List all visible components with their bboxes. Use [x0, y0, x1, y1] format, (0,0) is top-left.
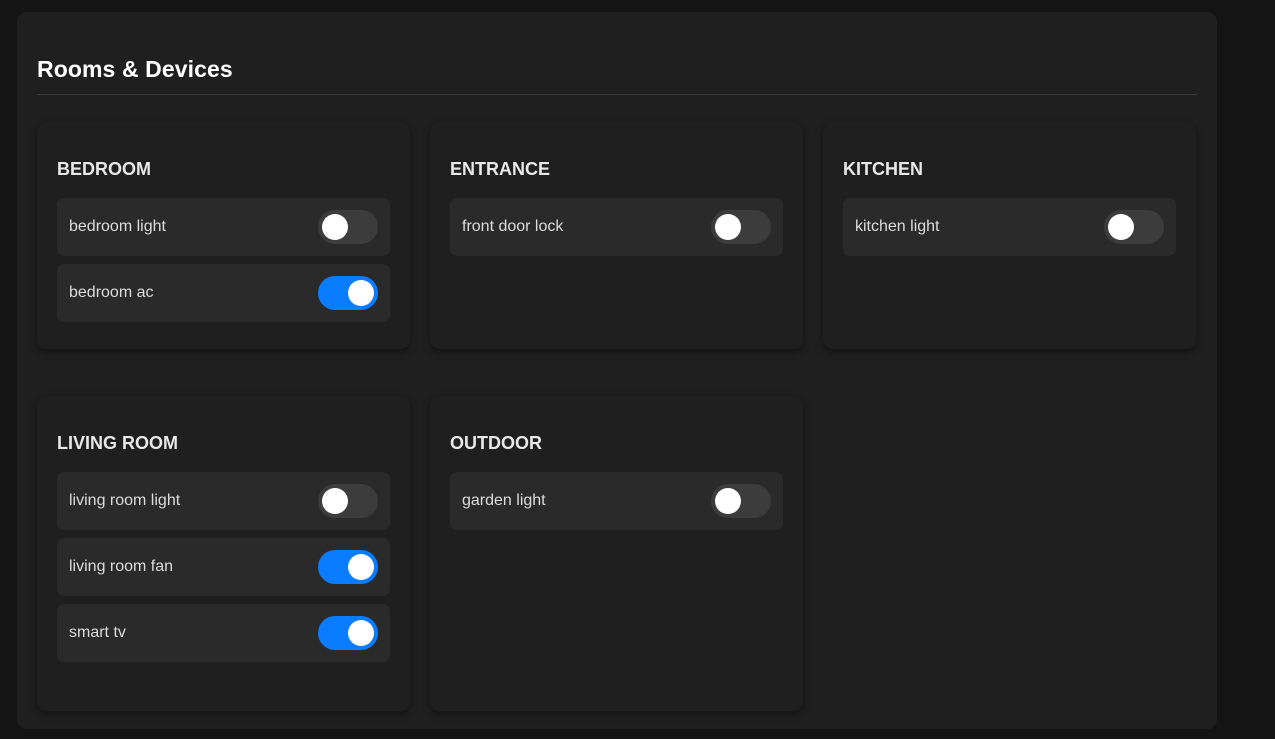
rooms-devices-panel: Rooms & Devices BEDROOM bedroom light be… — [17, 12, 1217, 729]
room-card-living-room: LIVING ROOM living room light living roo… — [37, 396, 410, 711]
device-row: smart tv — [57, 604, 390, 662]
toggle-knob — [715, 488, 741, 514]
device-label: bedroom ac — [69, 284, 154, 301]
device-toggle[interactable] — [318, 550, 378, 584]
room-card-entrance: ENTRANCE front door lock — [430, 122, 803, 349]
toggle-knob — [348, 620, 374, 646]
device-toggle[interactable] — [318, 210, 378, 244]
device-row: bedroom light — [57, 198, 390, 256]
room-title: KITCHEN — [843, 159, 923, 179]
title-divider — [37, 94, 1197, 95]
room-title: BEDROOM — [57, 159, 151, 179]
room-card-outdoor: OUTDOOR garden light — [430, 396, 803, 711]
toggle-knob — [348, 280, 374, 306]
device-row: living room fan — [57, 538, 390, 596]
device-toggle[interactable] — [711, 484, 771, 518]
device-toggle[interactable] — [318, 616, 378, 650]
device-label: living room light — [69, 492, 181, 509]
toggle-knob — [322, 488, 348, 514]
room-title: ENTRANCE — [450, 159, 551, 179]
device-label: kitchen light — [855, 218, 940, 235]
device-label: living room fan — [69, 558, 174, 575]
device-row: front door lock — [450, 198, 783, 256]
room-title: LIVING ROOM — [57, 433, 178, 453]
room-title: OUTDOOR — [450, 433, 542, 453]
device-label: front door lock — [462, 218, 564, 235]
device-toggle[interactable] — [318, 484, 378, 518]
room-card-bedroom: BEDROOM bedroom light bedroom ac — [37, 122, 410, 349]
device-row: living room light — [57, 472, 390, 530]
page-title: Rooms & Devices — [37, 56, 233, 82]
toggle-knob — [322, 214, 348, 240]
toggle-knob — [715, 214, 741, 240]
device-toggle[interactable] — [711, 210, 771, 244]
device-label: bedroom light — [69, 218, 166, 235]
device-row: bedroom ac — [57, 264, 390, 322]
toggle-knob — [348, 554, 374, 580]
rooms-grid: BEDROOM bedroom light bedroom ac ENTRANC… — [37, 122, 1197, 711]
device-toggle[interactable] — [318, 276, 378, 310]
toggle-knob — [1108, 214, 1134, 240]
device-label: smart tv — [69, 624, 126, 641]
device-row: kitchen light — [843, 198, 1176, 256]
device-toggle[interactable] — [1104, 210, 1164, 244]
device-label: garden light — [462, 492, 546, 509]
device-row: garden light — [450, 472, 783, 530]
room-card-kitchen: KITCHEN kitchen light — [823, 122, 1196, 349]
